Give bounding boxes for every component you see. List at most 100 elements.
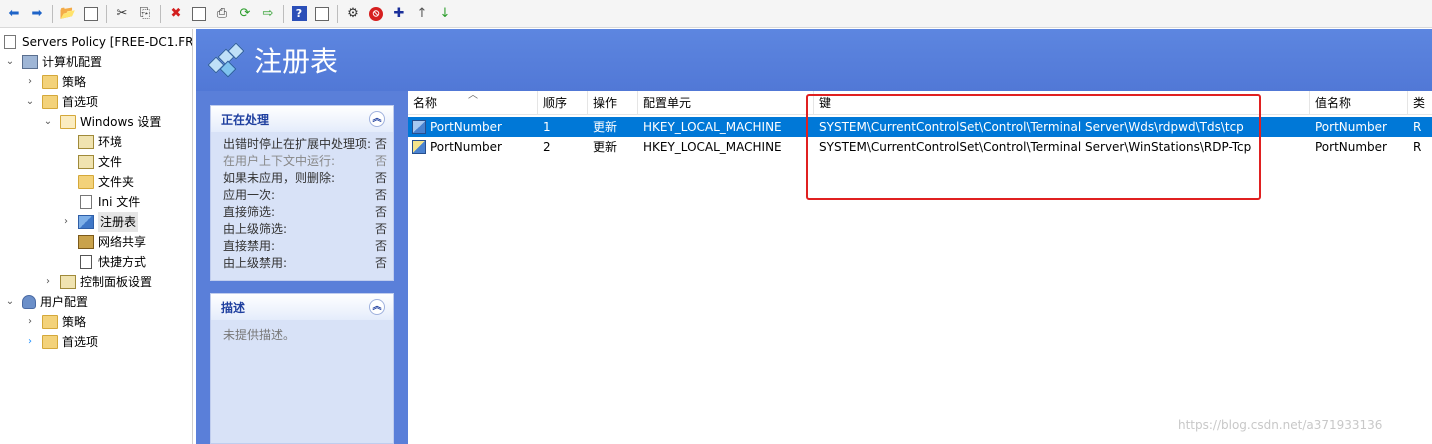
new-item-icon[interactable]: ⚙ [343, 4, 363, 24]
column-header-name[interactable]: 名称 ︿ [408, 91, 538, 115]
tree-item-preferences[interactable]: ⌄ 首选项 [24, 92, 98, 112]
add-icon[interactable]: ✚ [389, 4, 409, 24]
registry-icon [207, 42, 245, 78]
cell-name: PortNumber [430, 140, 502, 154]
files-icon [78, 155, 94, 169]
registry-value-icon [412, 120, 426, 134]
registry-items-list[interactable]: 名称 ︿ 顺序 操作 配置单元 键 值名称 类 PortNumber 1 更新 H… [408, 91, 1432, 444]
tree-item-ini-files[interactable]: Ini 文件 [78, 192, 140, 212]
tree-item-root[interactable]: Servers Policy [FREE-DC1.FRE [2, 32, 192, 52]
processing-panel: 正在处理 ︽ 出错时停止在扩展中处理项: 否 在用户上下文中运行: 否 如果未应用，… [210, 105, 394, 281]
network-share-icon [78, 235, 94, 249]
move-down-icon[interactable]: ↓ [435, 4, 455, 24]
move-up-icon[interactable]: ↑ [412, 4, 432, 24]
back-icon[interactable]: ⬅ [4, 4, 24, 24]
cell-type: R [1413, 140, 1422, 154]
tree-item-user-preferences[interactable]: › 首选项 [24, 332, 98, 352]
column-label: 值名称 [1315, 96, 1352, 110]
tree-item-user-config[interactable]: ⌄ 用户配置 [4, 292, 88, 312]
up-folder-icon[interactable]: 📂 [58, 4, 78, 24]
column-header-type[interactable]: 类 [1408, 91, 1432, 115]
collapse-icon[interactable]: ︽ [369, 299, 385, 315]
tree-item-files[interactable]: 文件 [78, 152, 122, 172]
chevron-right-icon[interactable]: › [42, 272, 54, 292]
list-header: 名称 ︿ 顺序 操作 配置单元 键 值名称 类 [408, 91, 1432, 115]
list-row[interactable]: PortNumber 2 更新 HKEY_LOCAL_MACHINE SYSTE… [408, 137, 1432, 157]
tree-item-label: 网络共享 [98, 235, 147, 249]
tree-item-label: 首选项 [62, 335, 99, 349]
user-icon [22, 295, 36, 309]
delete-icon[interactable]: ✖ [166, 4, 186, 24]
cell-name: PortNumber [430, 120, 502, 134]
tree-item-user-policies[interactable]: › 策略 [24, 312, 86, 332]
column-header-hive[interactable]: 配置单元 [638, 91, 814, 115]
help-icon[interactable]: ? [289, 4, 309, 24]
ini-file-icon [80, 195, 92, 209]
tree-item-shortcuts[interactable]: 快捷方式 [78, 252, 146, 272]
show-hide-tree-icon[interactable] [81, 4, 101, 24]
column-header-order[interactable]: 顺序 [538, 91, 588, 115]
chevron-right-icon[interactable]: › [24, 332, 36, 352]
row-value: 否 [374, 188, 387, 202]
cell-value-name: PortNumber [1315, 120, 1387, 134]
list-row[interactable]: PortNumber 1 更新 HKEY_LOCAL_MACHINE SYSTE… [408, 117, 1432, 137]
watermark: https://blog.csdn.net/a371933136 [1178, 418, 1383, 432]
tree-item-network-shares[interactable]: 网络共享 [78, 232, 146, 252]
tree-item-windows-settings[interactable]: ⌄ Windows 设置 [42, 112, 161, 132]
chevron-down-icon[interactable]: ⌄ [42, 112, 54, 132]
view-icon[interactable] [312, 4, 332, 24]
column-header-action[interactable]: 操作 [588, 91, 638, 115]
tree-item-label: 环境 [98, 135, 123, 149]
tree-item-label: 注册表 [98, 212, 139, 232]
chevron-down-icon[interactable]: ⌄ [24, 92, 36, 112]
chevron-right-icon[interactable]: › [60, 212, 72, 232]
column-header-value-name[interactable]: 值名称 [1310, 91, 1408, 115]
row-value: 否 [374, 205, 387, 219]
column-label: 名称 [413, 96, 438, 110]
copy-icon[interactable]: ⎘ [135, 4, 155, 24]
registry-value-icon [412, 140, 426, 154]
page-title: 注册表 [254, 45, 339, 78]
forward-icon[interactable]: ➡ [27, 4, 47, 24]
processing-panel-header[interactable]: 正在处理 ︽ [211, 106, 393, 132]
chevron-down-icon[interactable]: ⌄ [4, 52, 16, 72]
cut-icon[interactable]: ✂ [112, 4, 132, 24]
cell-key: SYSTEM\CurrentControlSet\Control\Termina… [819, 140, 1252, 154]
description-panel-header[interactable]: 描述 ︽ [211, 294, 393, 320]
tree-item-folders[interactable]: 文件夹 [78, 172, 134, 192]
chevron-right-icon[interactable]: › [24, 72, 36, 92]
tree-item-policies[interactable]: › 策略 [24, 72, 86, 92]
properties-icon[interactable] [189, 4, 209, 24]
row-label: 直接筛选: [223, 205, 276, 219]
row-value: 否 [374, 154, 387, 168]
tree-item-registry[interactable]: › 注册表 [60, 212, 139, 232]
toolbar-separator [283, 4, 284, 23]
refresh-icon[interactable]: ⟳ [235, 4, 255, 24]
computer-icon [22, 55, 38, 69]
column-header-key[interactable]: 键 [814, 91, 1310, 115]
tree-item-label: Ini 文件 [98, 195, 141, 209]
tree-item-label: 文件夹 [98, 175, 135, 189]
row-label: 由上级禁用: [223, 256, 288, 270]
tree-item-computer-config[interactable]: ⌄ 计算机配置 [4, 52, 102, 72]
toolbar-separator [337, 4, 338, 23]
tree-item-environment[interactable]: 环境 [78, 132, 122, 152]
export-icon[interactable]: ⇨ [258, 4, 278, 24]
collapse-icon[interactable]: ︽ [369, 111, 385, 127]
chevron-right-icon[interactable]: › [24, 312, 36, 332]
print-icon[interactable]: ⎙ [212, 4, 232, 24]
column-label: 类 [1413, 96, 1426, 110]
stop-icon[interactable]: ⦸ [366, 4, 386, 24]
tree-item-label: 用户配置 [40, 295, 89, 309]
tree-item-control-panel[interactable]: › 控制面板设置 [42, 272, 152, 292]
row-label: 应用一次: [223, 188, 276, 202]
processing-row: 在用户上下文中运行: 否 [211, 153, 393, 170]
tree-item-label: 文件 [98, 155, 123, 169]
environment-icon [78, 135, 94, 149]
chevron-down-icon[interactable]: ⌄ [4, 292, 16, 312]
processing-row: 由上级筛选: 否 [211, 221, 393, 238]
row-value: 否 [374, 222, 387, 236]
registry-icon [78, 215, 94, 229]
row-label: 由上级筛选: [223, 222, 288, 236]
processing-row: 出错时停止在扩展中处理项: 否 [211, 136, 393, 153]
